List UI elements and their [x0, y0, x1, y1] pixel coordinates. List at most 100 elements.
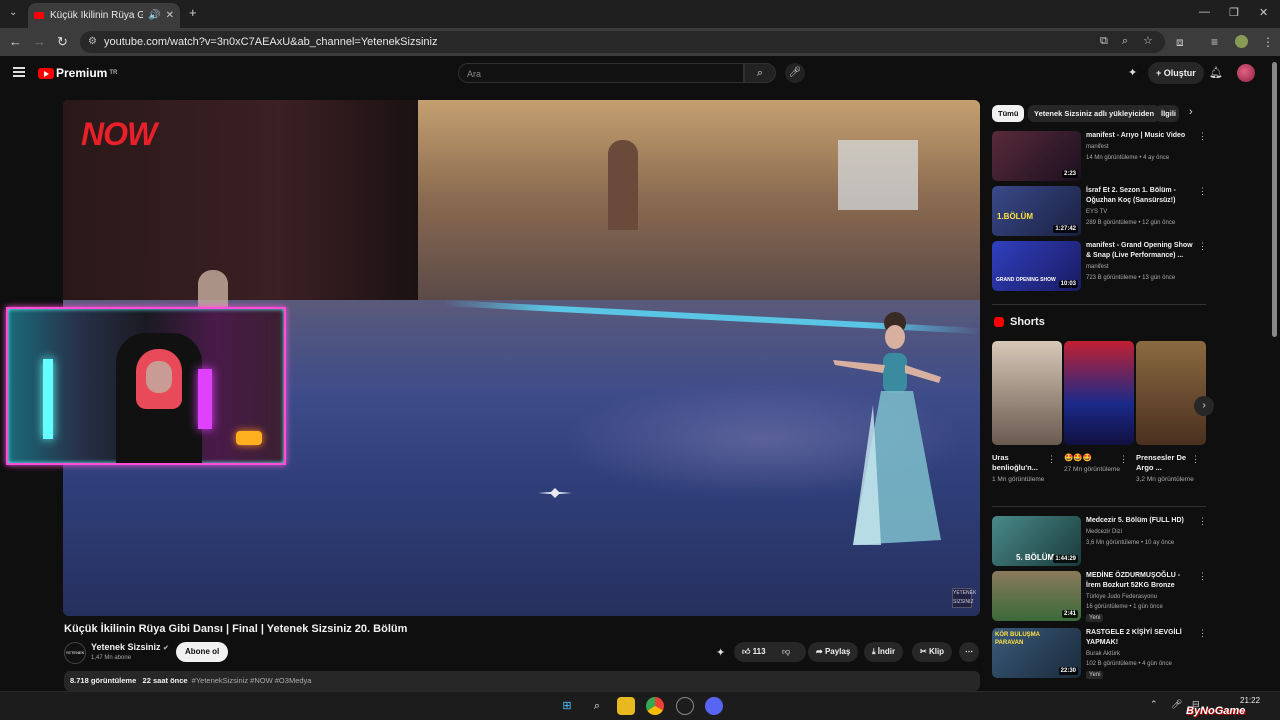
short-thumbnail[interactable] — [1064, 341, 1134, 445]
video-channel[interactable]: Türkiye Judo Federasyonu — [1086, 594, 1157, 600]
more-options-icon[interactable]: ⋮ — [1198, 241, 1207, 252]
recommended-video[interactable]: 5. BÖLÜM 1:44:29 Medcezir 5. Bölüm (FULL… — [992, 516, 1207, 566]
video-title[interactable]: MEDİNE ÖZDURMUŞOĞLU - İrem Bozkurt 52KG … — [1086, 571, 1196, 591]
zoom-icon[interactable]: ⌕ — [1122, 35, 1128, 48]
minimize-icon[interactable]: — — [1199, 6, 1210, 18]
windows-start-icon[interactable]: ⊞ — [558, 697, 576, 715]
profile-avatar-icon[interactable] — [1235, 35, 1248, 48]
thumbnail-text: KÖR BULUŞMA PARAVAN — [995, 632, 1040, 646]
video-meta: 14 Mn görüntüleme • 4 ay önce — [1086, 155, 1170, 161]
video-title[interactable]: RASTGELE 2 KİŞİYİ SEVGİLİ YAPMAK! — [1086, 628, 1196, 648]
more-options-icon[interactable]: ⋮ — [1191, 454, 1200, 465]
chips-next-icon[interactable]: › — [1189, 106, 1193, 118]
short-item[interactable]: Uras benlioğlu'n... 1 Mn görüntüleme ⋮ — [992, 341, 1062, 484]
forward-icon[interactable]: → — [33, 34, 46, 49]
new-tab-icon[interactable]: + — [189, 5, 197, 20]
short-title[interactable]: Prensesler De Argo ... — [1136, 453, 1194, 473]
back-icon[interactable]: ← — [9, 34, 22, 49]
description-box[interactable]: 8.718 görüntüleme 22 saat önce #YetenekS… — [64, 671, 980, 691]
tray-expand-icon[interactable]: ⌃ — [1150, 699, 1158, 710]
more-options-icon[interactable]: ⋮ — [1119, 454, 1128, 465]
youtube-premium-logo[interactable]: Premium TR — [38, 66, 117, 80]
like-button[interactable]: 👍︎ 113 👎︎ — [734, 642, 806, 662]
recommended-video[interactable]: KÖR BULUŞMA PARAVAN 22:30 RASTGELE 2 KİŞ… — [992, 628, 1207, 679]
site-info-icon[interactable]: ⚙ — [88, 36, 97, 47]
video-channel[interactable]: EYS TV — [1086, 209, 1107, 215]
reload-icon[interactable]: ↻ — [57, 34, 68, 50]
account-avatar[interactable] — [1237, 64, 1255, 82]
tab-list-icon[interactable]: ⌄ — [9, 7, 17, 18]
download-button[interactable]: ⤓ İndir — [864, 642, 904, 662]
search-input[interactable]: Ara — [458, 63, 744, 83]
tab-close-icon[interactable]: ✕ — [166, 10, 174, 21]
video-thumbnail[interactable]: 1.BÖLÜM 1:27:42 — [992, 186, 1081, 236]
more-options-icon[interactable]: ⋮ — [1198, 131, 1207, 142]
shorts-next-button[interactable]: › — [1194, 396, 1214, 416]
video-channel[interactable]: manifest — [1086, 264, 1109, 270]
more-options-icon[interactable]: ⋮ — [1047, 454, 1056, 465]
chip-related[interactable]: İlgili — [1155, 105, 1179, 122]
taskbar-search-icon[interactable]: ⌕ — [588, 697, 606, 715]
window-close-icon[interactable]: ✕ — [1259, 6, 1268, 19]
recommended-video[interactable]: 2:41 MEDİNE ÖZDURMUŞOĞLU - İrem Bozkurt … — [992, 571, 1207, 622]
recommended-video[interactable]: GRAND OPENING SHOW 10:03 manifest - Gran… — [992, 241, 1207, 291]
more-options-icon[interactable]: ⋮ — [1198, 628, 1207, 639]
video-title[interactable]: Medcezir 5. Bölüm (FULL HD) — [1086, 516, 1196, 526]
share-button[interactable]: ➦ Paylaş — [808, 642, 859, 662]
browser-menu-icon[interactable]: ⋮ — [1262, 35, 1274, 49]
short-thumbnail[interactable] — [1136, 341, 1206, 445]
video-thumbnail[interactable]: KÖR BULUŞMA PARAVAN 22:30 — [992, 628, 1081, 678]
hamburger-menu-icon[interactable] — [13, 67, 25, 77]
app-icon[interactable] — [676, 697, 694, 715]
recommended-video[interactable]: 2:23 manifest - Arıyo | Music Video mani… — [992, 131, 1207, 181]
video-thumbnail[interactable]: 5. BÖLÜM 1:44:29 — [992, 516, 1081, 566]
video-title[interactable]: manifest - Grand Opening Show & Snap (Li… — [1086, 241, 1196, 261]
video-title[interactable]: İsraf Et 2. Sezon 1. Bölüm - Oğuzhan Koç… — [1086, 186, 1196, 206]
cast-icon[interactable]: ⧉ — [1100, 35, 1108, 48]
short-thumbnail[interactable] — [992, 341, 1062, 445]
video-channel[interactable]: manifest — [1086, 144, 1109, 150]
more-actions-button[interactable]: ⋯ — [959, 642, 979, 662]
search-button[interactable]: ⌕ — [744, 63, 776, 83]
file-explorer-icon[interactable] — [617, 697, 635, 715]
more-options-icon[interactable]: ⋮ — [1198, 516, 1207, 527]
url-input[interactable]: ⚙ youtube.com/watch?v=3n0xC7AEAxU&ab_cha… — [80, 31, 1165, 53]
notifications-bell-icon[interactable]: 🔔︎ — [1209, 66, 1223, 79]
page-scrollbar[interactable] — [1272, 62, 1277, 337]
reading-list-icon[interactable]: ≡ — [1211, 35, 1218, 49]
create-button[interactable]: + Oluştur — [1148, 62, 1204, 84]
chip-all[interactable]: Tümü — [992, 105, 1025, 122]
tray-mic-icon[interactable]: 🎤︎ — [1171, 699, 1182, 710]
browser-tab[interactable]: Küçük İkilinin Rüya Gibi Dans 🔊 ✕ — [28, 3, 180, 28]
channel-avatar[interactable]: YETENEK SIZSINIZ — [64, 642, 86, 675]
ai-sparkle-icon[interactable]: ✦ — [1128, 66, 1137, 79]
ai-summary-icon[interactable]: ✦ — [716, 646, 725, 659]
chip-from-uploader[interactable]: Yetenek Sizsiniz adlı yükleyiciden — [1028, 105, 1161, 122]
channel-name[interactable]: Yetenek Sizsiniz ✔ — [91, 642, 169, 652]
voice-search-button[interactable]: 🎤︎ — [785, 63, 805, 83]
short-item[interactable]: 🤩🤩🤩 27 Mn görüntüleme ⋮ — [1064, 341, 1134, 474]
recommended-video[interactable]: 1.BÖLÜM 1:27:42 İsraf Et 2. Sezon 1. Böl… — [992, 186, 1207, 236]
subscribe-button[interactable]: Abone ol — [176, 642, 229, 662]
extensions-icon[interactable]: ⧈ — [1176, 35, 1184, 50]
discord-icon[interactable] — [705, 697, 723, 715]
bookmark-star-icon[interactable]: ☆ — [1143, 34, 1153, 47]
more-options-icon[interactable]: ⋮ — [1198, 186, 1207, 197]
hashtags[interactable]: #YetenekSizsiniz #NOW #O3Medya — [192, 676, 312, 685]
video-title[interactable]: manifest - Arıyo | Music Video — [1086, 131, 1196, 141]
channel-watermark[interactable]: YETENEK SIZSINIZ — [952, 588, 976, 608]
short-title[interactable]: Uras benlioğlu'n... — [992, 453, 1050, 473]
short-title[interactable]: 🤩🤩🤩 — [1064, 453, 1122, 463]
video-thumbnail[interactable]: 2:23 — [992, 131, 1081, 181]
video-thumbnail[interactable]: GRAND OPENING SHOW 10:03 — [992, 241, 1081, 291]
video-channel[interactable]: Burak Aktürk — [1086, 651, 1120, 657]
chrome-icon[interactable] — [646, 697, 664, 715]
more-options-icon[interactable]: ⋮ — [1198, 571, 1207, 582]
video-thumbnail[interactable]: 2:41 — [992, 571, 1081, 621]
tab-audio-icon[interactable]: 🔊 — [148, 10, 160, 21]
clip-button[interactable]: ✂ Klip — [912, 642, 953, 662]
video-duration: 2:23 — [1061, 170, 1078, 178]
video-channel[interactable]: Medcezir Dizi — [1086, 529, 1122, 535]
dislike-icon[interactable]: 👎︎ — [782, 642, 790, 662]
restore-icon[interactable]: ❐ — [1229, 6, 1239, 19]
